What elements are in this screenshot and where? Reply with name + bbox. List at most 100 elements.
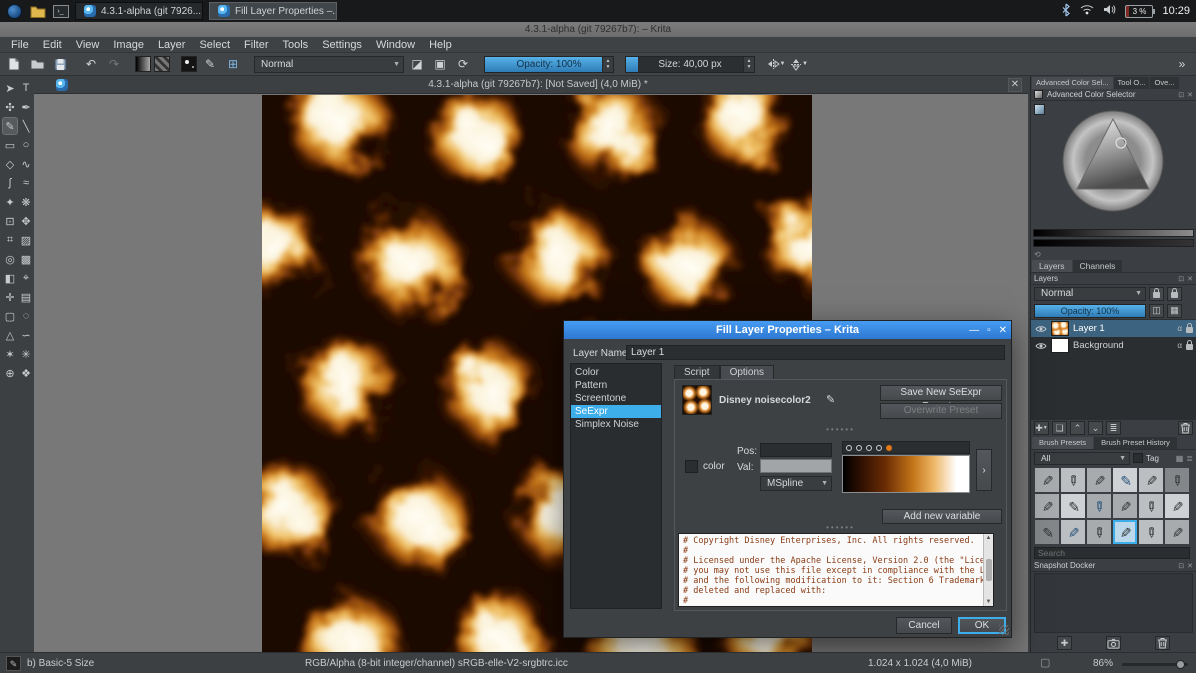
tool-calligraphy[interactable]: ✒ (19, 99, 33, 115)
layer-alpha-icon[interactable]: α (1177, 341, 1182, 350)
gradient-stop-icon[interactable] (876, 445, 882, 451)
menu-item[interactable]: Image (106, 37, 151, 53)
tool-select-polygonal[interactable]: △ (3, 327, 17, 343)
val-input[interactable] (760, 459, 832, 473)
dialog-tab[interactable]: Options (720, 365, 774, 380)
pattern-chooser[interactable] (154, 56, 170, 72)
taskbar-window-fill-layer-properties[interactable]: Fill Layer Properties –... (209, 2, 337, 20)
duplicate-layer-button[interactable]: ❏ (1052, 421, 1067, 435)
brush-preset-thumbnail[interactable]: ✎ (1112, 519, 1138, 545)
interpolation-select[interactable]: MSpline▼ (760, 476, 832, 491)
toolbar-overflow-icon[interactable]: » (1172, 55, 1192, 74)
menu-item[interactable]: Tools (276, 37, 316, 53)
list-view-icon[interactable]: ≣ (1186, 454, 1193, 463)
script-editor[interactable]: ▲▼ # Copyright Disney Enterprises, Inc. … (678, 533, 994, 607)
Layer 1[interactable]: Layer 1 α (1031, 320, 1196, 337)
app-launcher-icon[interactable] (6, 3, 23, 20)
cancel-button[interactable]: Cancel (896, 617, 952, 634)
menu-item[interactable]: Window (369, 37, 422, 53)
save-icon[interactable] (50, 55, 70, 74)
generator-item[interactable]: Screentone (571, 392, 661, 405)
layer-lock-icon[interactable] (1186, 327, 1193, 333)
color-wheel[interactable] (1061, 109, 1165, 213)
tool-crop[interactable]: ⌗ (3, 232, 17, 248)
advanced-color-selector[interactable] (1031, 101, 1196, 227)
open-document-icon[interactable] (27, 55, 47, 74)
lock-layer-icon[interactable] (1167, 287, 1182, 301)
close-docker-icon[interactable]: ✕ (1187, 91, 1193, 99)
dock-tab[interactable]: Ove... (1150, 77, 1178, 89)
close-docker-icon[interactable]: ✕ (1187, 275, 1193, 283)
tool-zoom[interactable]: ⊕ (3, 365, 17, 381)
tag-checkbox[interactable] (1133, 453, 1143, 463)
zoom-slider[interactable] (1122, 663, 1188, 666)
file-manager-icon[interactable] (29, 3, 46, 20)
variable-checkbox[interactable] (685, 460, 698, 473)
brush-preset-thumbnail[interactable]: ✎ (1138, 467, 1164, 493)
tool-edit-shapes[interactable]: ✣ (3, 99, 17, 115)
brush-preset-thumbnail[interactable]: ✎ (1086, 467, 1112, 493)
tool-select-similar[interactable]: ✳ (19, 346, 33, 362)
blending-mode-select[interactable]: Normal▼ (254, 56, 404, 73)
color-selector-settings-icon[interactable] (1034, 90, 1043, 99)
taskbar-window-krita[interactable]: 4.3.1-alpha (git 7926... (75, 2, 203, 20)
brush-preset-thumbnail[interactable]: ✎ (1164, 519, 1190, 545)
tool-line[interactable]: ╲ (19, 118, 33, 134)
size-spin-buttons[interactable]: ▲▼ (743, 57, 754, 72)
brush-search-input[interactable] (1034, 547, 1190, 559)
tool-move[interactable]: ✥ (19, 213, 33, 229)
menu-item[interactable]: Help (422, 37, 459, 53)
minimize-icon[interactable]: — (969, 325, 979, 336)
Background[interactable]: Background α (1031, 337, 1196, 354)
brush-preset-thumbnail[interactable]: ✏ (1086, 519, 1112, 545)
pos-input[interactable] (760, 443, 832, 457)
tool-text[interactable]: T (19, 80, 33, 96)
tool-reference-images[interactable]: ▤ (19, 289, 33, 305)
layer-blending-mode-select[interactable]: Normal▼ (1034, 287, 1146, 301)
last-color-swatch[interactable] (1034, 104, 1045, 115)
tool-pattern-edit[interactable]: ▩ (19, 251, 33, 267)
mirror-vertical-icon[interactable]: ▼ (789, 55, 809, 74)
brush-preset-thumbnail[interactable]: ✐ (1034, 519, 1060, 545)
tool-select-freehand[interactable]: ∽ (19, 327, 33, 343)
tool-polygon[interactable]: ◇ (3, 156, 17, 172)
gradient-preview[interactable] (842, 455, 970, 493)
eraser-mode-icon[interactable]: ◪ (407, 55, 427, 74)
dock-tab[interactable]: Tool O... (1114, 77, 1150, 89)
save-preset-button[interactable]: Save New SeExpr Preset... (880, 385, 1002, 401)
tool-select-shapes[interactable]: ➤ (3, 80, 17, 96)
gradient-stop-icon[interactable] (856, 445, 862, 451)
panel-tab[interactable]: Brush Preset History (1094, 437, 1177, 449)
tool-select-elliptical[interactable]: ◌ (19, 308, 33, 324)
redo-icon[interactable]: ↷ (104, 55, 124, 74)
undo-icon[interactable]: ↶ (81, 55, 101, 74)
close-docker-icon[interactable]: ✕ (1187, 562, 1193, 570)
create-snapshot-button[interactable]: ✚ (1057, 636, 1072, 650)
menu-item[interactable]: Settings (315, 37, 369, 53)
brush-preset-thumbnail[interactable]: ✎ (1034, 467, 1060, 493)
tag-filter-select[interactable]: All▼ (1034, 452, 1130, 465)
brush-preset-thumbnail[interactable]: ✎ (1034, 493, 1060, 519)
brush-preset-thumbnail[interactable]: ✏ (1138, 519, 1164, 545)
tool-assistants[interactable]: ✛ (3, 289, 17, 305)
move-layer-down-button[interactable]: ⌄ (1088, 421, 1103, 435)
lock-transparency-icon[interactable] (1149, 287, 1164, 301)
generator-item[interactable]: Pattern (571, 379, 661, 392)
layer-filter-icon[interactable]: ◫ (1149, 304, 1164, 318)
float-docker-icon[interactable]: ⊡ (1178, 275, 1184, 283)
float-docker-icon[interactable]: ⊡ (1178, 562, 1184, 570)
dialog-resize-grip[interactable] (999, 625, 1009, 635)
gradient-stop-selected-icon[interactable] (886, 445, 892, 451)
gradient-stop-icon[interactable] (866, 445, 872, 451)
menu-item[interactable]: Layer (151, 37, 193, 53)
scroll-down-icon[interactable]: ▼ (986, 599, 992, 605)
gradient-stop-markers[interactable] (842, 441, 970, 454)
layer-visibility-icon[interactable] (1034, 325, 1047, 333)
preserve-alpha-icon[interactable]: ▣ (430, 55, 450, 74)
brush-preset-thumbnail[interactable]: ✐ (1112, 467, 1138, 493)
panel-tab[interactable]: Channels (1073, 260, 1123, 272)
switch-snapshot-icon[interactable] (1106, 636, 1121, 650)
tool-freehand-brush[interactable]: ✎ (3, 118, 17, 134)
dialog-tab[interactable]: Script (674, 365, 720, 380)
generator-item[interactable]: Simplex Noise (571, 418, 661, 431)
